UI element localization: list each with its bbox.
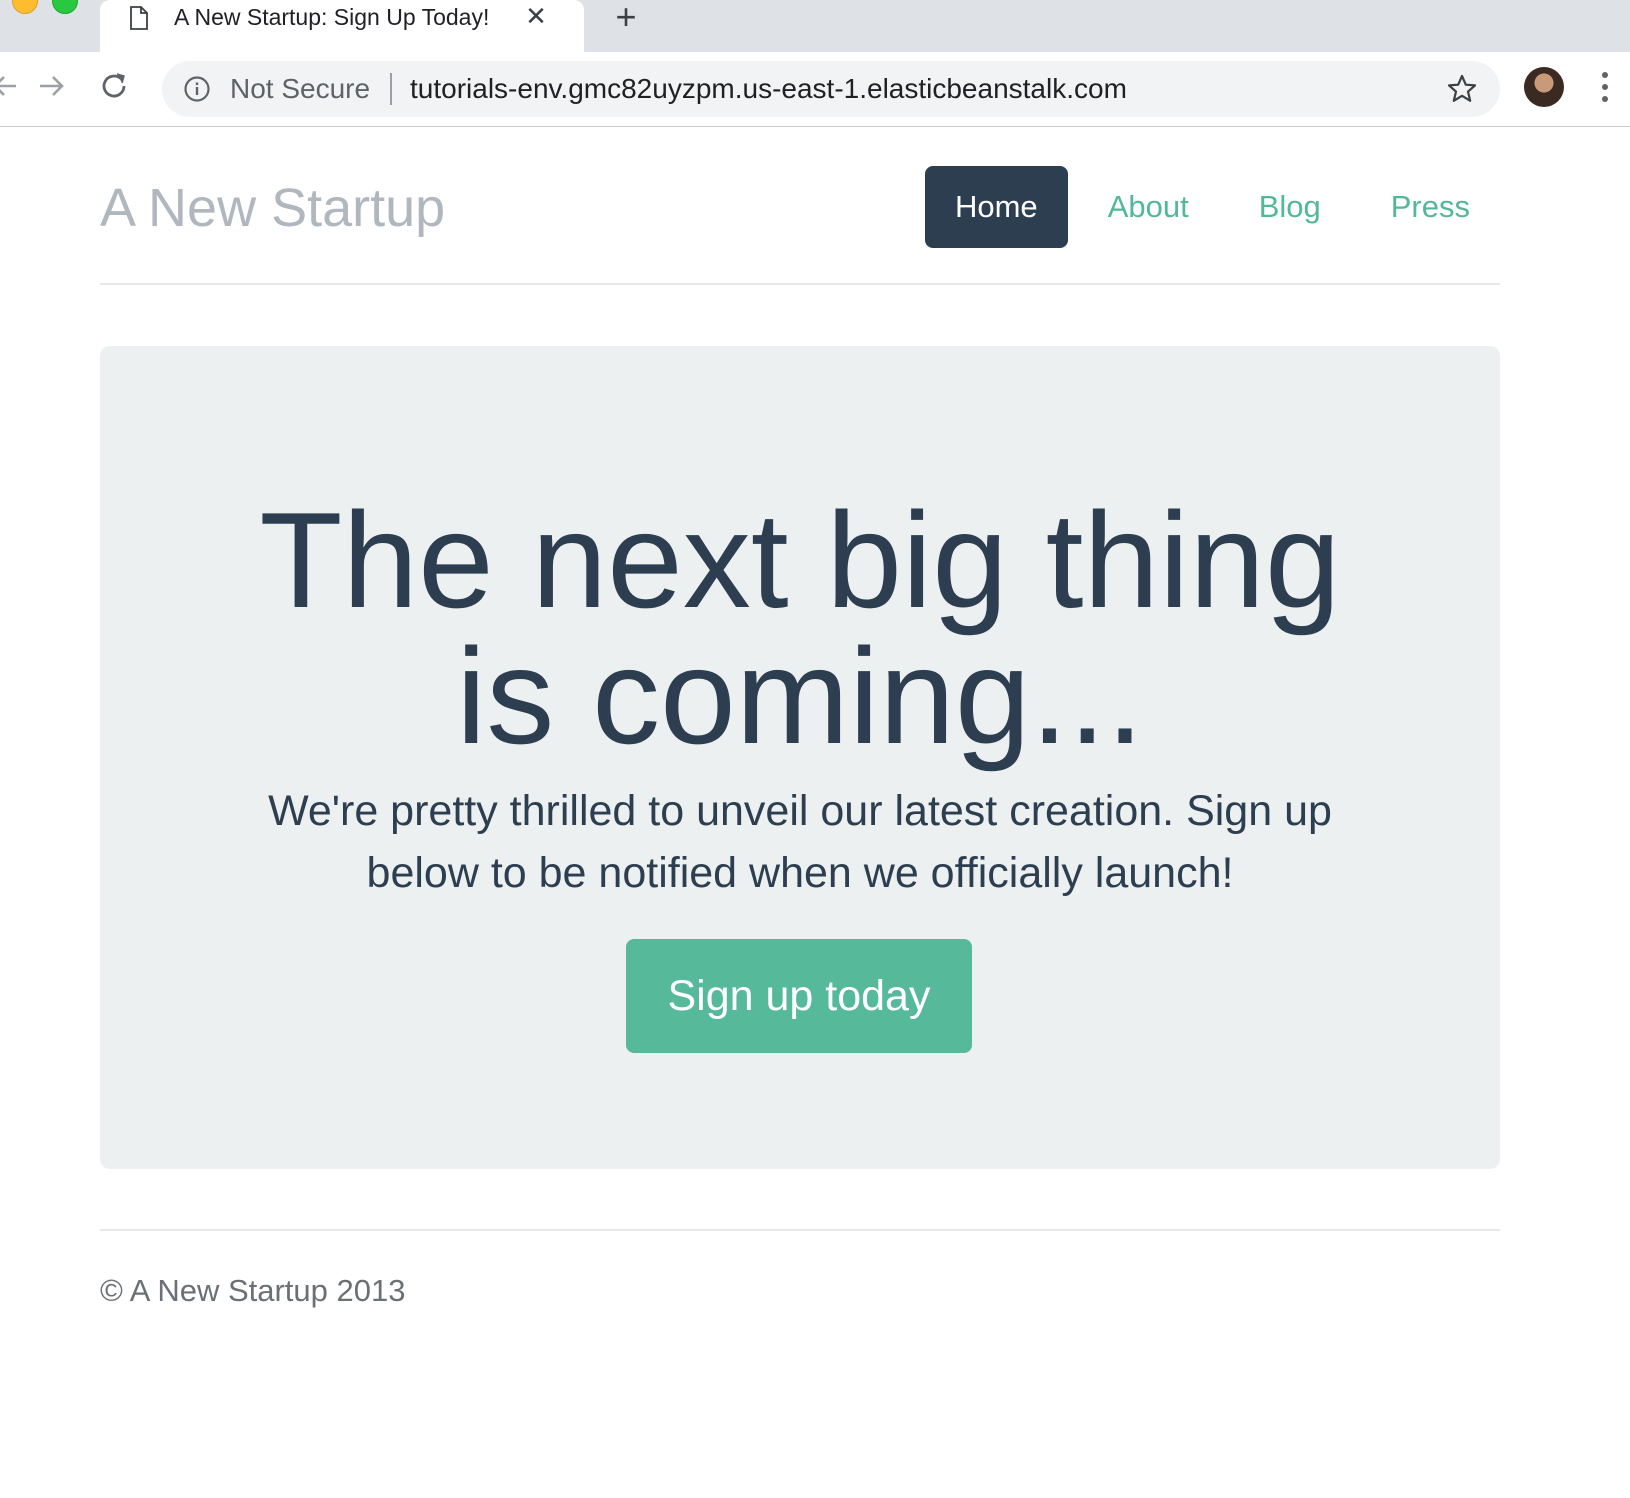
hero-heading-line-1: The next big thing	[259, 484, 1341, 636]
sign-up-button[interactable]: Sign up today	[626, 939, 972, 1053]
minimize-window-button[interactable]	[12, 0, 38, 14]
browser-tab-active[interactable]: A New Startup: Sign Up Today! ✕	[100, 0, 584, 52]
site-footer: © A New Startup 2013	[100, 1229, 1500, 1308]
tab-close-icon[interactable]: ✕	[524, 3, 548, 29]
forward-arrow-icon[interactable]	[32, 66, 72, 106]
security-status-label[interactable]: Not Secure	[230, 73, 370, 105]
document-icon	[130, 6, 148, 30]
hero-lead-text: We're pretty thrilled to unveil our late…	[268, 787, 1332, 897]
tab-title: A New Startup: Sign Up Today!	[174, 4, 490, 30]
nav-blog[interactable]: Blog	[1229, 166, 1351, 248]
nav-about[interactable]: About	[1078, 166, 1219, 248]
window-controls	[0, 0, 100, 28]
hero-heading-line-2: is coming...	[456, 620, 1144, 772]
web-page: A New Startup Home About Blog Press The …	[0, 127, 1630, 1498]
info-icon[interactable]	[184, 76, 210, 102]
browser-toolbar: Not Secure tutorials-env.gmc82uyzpm.us-e…	[0, 52, 1630, 127]
more-menu-icon[interactable]	[1598, 70, 1612, 104]
address-bar[interactable]: Not Secure tutorials-env.gmc82uyzpm.us-e…	[162, 61, 1500, 117]
nav-press[interactable]: Press	[1361, 166, 1500, 248]
main-nav: Home About Blog Press	[924, 166, 1500, 248]
back-arrow-icon[interactable]	[0, 66, 24, 106]
site-header: A New Startup Home About Blog Press	[100, 127, 1500, 285]
hero-heading: The next big thing is coming...	[100, 492, 1500, 764]
site-brand[interactable]: A New Startup	[100, 177, 445, 239]
maximize-window-button[interactable]	[52, 0, 78, 14]
browser-tab-strip: A New Startup: Sign Up Today! ✕ +	[0, 0, 1630, 52]
url-text[interactable]: tutorials-env.gmc82uyzpm.us-east-1.elast…	[410, 73, 1127, 105]
hero-jumbotron: The next big thing is coming... We're pr…	[100, 346, 1500, 1169]
profile-avatar[interactable]	[1524, 67, 1564, 107]
new-tab-button[interactable]: +	[608, 0, 644, 36]
nav-home[interactable]: Home	[924, 166, 1068, 248]
address-separator	[390, 73, 392, 105]
footer-copyright: © A New Startup 2013	[100, 1273, 406, 1308]
bookmark-star-icon[interactable]	[1446, 73, 1478, 105]
reload-icon[interactable]	[94, 66, 134, 106]
